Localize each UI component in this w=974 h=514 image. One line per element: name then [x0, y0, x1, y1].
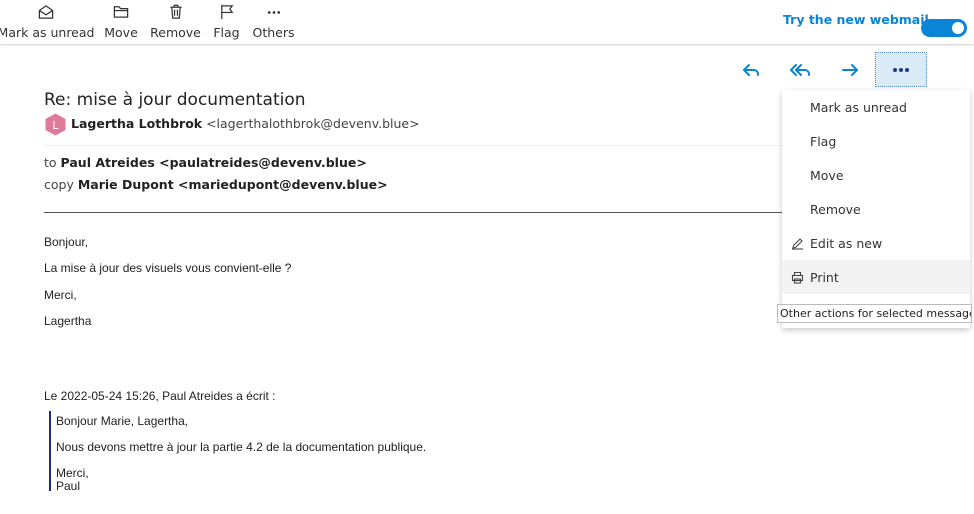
envelope-open-icon: [38, 5, 54, 19]
others-button[interactable]: Others: [252, 2, 295, 40]
sender-email: <lagerthalothbrok@devenv.blue>: [206, 116, 420, 131]
copy-recipients: copy Marie Dupont <mariedupont@devenv.bl…: [44, 177, 388, 192]
printer-icon: [791, 271, 804, 284]
more-actions-button[interactable]: [875, 52, 927, 87]
reply-all-icon: [790, 64, 810, 76]
reply-all-button[interactable]: [785, 55, 815, 85]
body-line: Lagertha: [44, 314, 92, 328]
sender-name: Lagertha Lothbrok: [71, 116, 203, 131]
menu-item-label: Edit as new: [810, 236, 883, 251]
header-divider: [44, 145, 782, 146]
reply-icon: [743, 64, 759, 76]
menu-item-print[interactable]: Print: [782, 260, 970, 294]
tooltip: Other actions for selected messages: [777, 304, 972, 323]
body-line: La mise à jour des visuels vous convient…: [44, 261, 292, 275]
menu-item-mark-as-unread[interactable]: Mark as unread: [782, 90, 970, 124]
menu-item-label: Remove: [810, 202, 861, 217]
top-toolbar: Mark as unread Move Remove Flag Others T…: [0, 0, 974, 45]
menu-item-label: Mark as unread: [810, 100, 907, 115]
to-recipient[interactable]: Paul Atreides <paulatreides@devenv.blue>: [61, 155, 367, 170]
to-label: to: [44, 155, 57, 170]
flag-label: Flag: [213, 25, 240, 40]
more-actions-menu: Mark as unread Flag Move Remove Edit as …: [782, 90, 970, 328]
try-new-webmail-link[interactable]: Try the new webmail: [783, 12, 929, 27]
copy-label: copy: [44, 177, 74, 192]
reply-button[interactable]: [736, 55, 766, 85]
body-divider: [44, 212, 782, 213]
menu-item-move[interactable]: Move: [782, 158, 970, 192]
menu-item-label: Print: [810, 270, 839, 285]
move-button[interactable]: Move: [103, 2, 139, 40]
more-actions-icon: [893, 67, 909, 72]
trash-icon: [169, 4, 182, 19]
mark-as-unread-button[interactable]: Mark as unread: [0, 2, 95, 40]
flag-button[interactable]: Flag: [212, 2, 241, 40]
menu-item-label: Move: [810, 168, 844, 183]
remove-button[interactable]: Remove: [150, 2, 201, 40]
menu-item-flag[interactable]: Flag: [782, 124, 970, 158]
quote-line: Paul: [56, 479, 81, 493]
menu-item-remove[interactable]: Remove: [782, 192, 970, 226]
mark-as-unread-label: Mark as unread: [0, 25, 95, 40]
menu-item-label: Flag: [810, 134, 837, 149]
to-recipients: to Paul Atreides <paulatreides@devenv.bl…: [44, 155, 367, 170]
others-label: Others: [252, 25, 295, 40]
toggle-knob: [952, 22, 964, 34]
copy-recipient[interactable]: Marie Dupont <mariedupont@devenv.blue>: [78, 177, 388, 192]
remove-label: Remove: [150, 25, 201, 40]
folder-icon: [113, 6, 129, 18]
quote-line: Merci,: [56, 466, 89, 480]
body-line: Merci,: [44, 288, 77, 302]
quote-intro: Le 2022-05-24 15:26, Paul Atreides a écr…: [44, 389, 276, 403]
sender[interactable]: Lagertha Lothbrok <lagerthalothbrok@deve…: [71, 116, 420, 131]
message-subject: Re: mise à jour documentation: [44, 90, 306, 110]
quote-line: Bonjour Marie, Lagertha,: [56, 414, 189, 428]
avatar: L: [45, 113, 66, 136]
move-label: Move: [104, 25, 138, 40]
flag-icon: [220, 4, 233, 20]
forward-icon: [842, 64, 858, 76]
more-dots-icon: [267, 11, 280, 14]
quote-bar: [49, 411, 51, 491]
menu-item-edit-as-new[interactable]: Edit as new: [782, 226, 970, 260]
avatar-letter: L: [52, 119, 59, 132]
forward-button[interactable]: [835, 55, 865, 85]
body-line: Bonjour,: [44, 235, 89, 249]
new-webmail-toggle[interactable]: [921, 19, 967, 37]
quote-line: Nous devons mettre à jour la partie 4.2 …: [56, 440, 427, 454]
pencil-icon: [792, 238, 803, 250]
